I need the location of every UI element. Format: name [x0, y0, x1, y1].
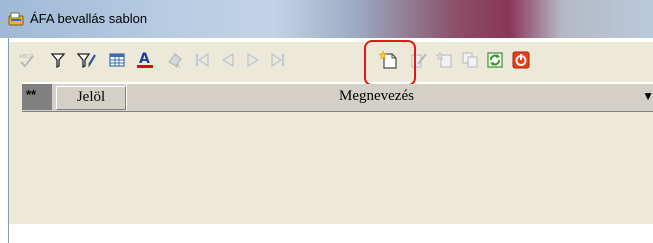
filter-edit-icon[interactable]	[77, 50, 97, 70]
font-color-icon[interactable]: A	[135, 50, 155, 70]
window-title: ÁFA bevallás sablon	[30, 11, 148, 26]
highlight-box	[364, 40, 416, 86]
next-record-icon[interactable]	[243, 50, 263, 70]
eraser-icon[interactable]: A	[165, 50, 185, 70]
column-header-megnevezes[interactable]: Megnevezés ▼	[126, 84, 653, 110]
grid-header: ** Jelöl Megnevezés ▼	[22, 84, 653, 112]
grid-row-indicator-area	[9, 82, 22, 224]
column-header-jelol[interactable]: Jelöl	[56, 86, 126, 110]
copy-icon[interactable]	[460, 50, 480, 70]
first-record-icon[interactable]	[192, 50, 212, 70]
sort-arrow-icon[interactable]: ▼	[642, 84, 653, 109]
grid-body[interactable]	[22, 112, 653, 224]
refresh-icon[interactable]	[485, 50, 505, 70]
window-bottom	[9, 224, 653, 243]
app-icon	[8, 12, 24, 26]
app-window: ÁFA bevallás sablon ABCD A A ** Jelöl Me…	[0, 0, 653, 243]
title-bar[interactable]: ÁFA bevallás sablon	[0, 0, 653, 38]
column-header-megnevezes-label: Megnevezés	[339, 88, 414, 104]
grid-corner-cell[interactable]: **	[22, 84, 52, 110]
previous-record-icon[interactable]	[218, 50, 238, 70]
power-icon[interactable]	[511, 50, 531, 70]
svg-text:A: A	[176, 63, 181, 69]
spellcheck-icon[interactable]: ABCD	[17, 50, 37, 70]
copy-new-icon[interactable]	[435, 50, 455, 70]
svg-text:A: A	[139, 51, 150, 67]
table-icon[interactable]	[107, 50, 127, 70]
toolbar: ABCD A A	[9, 42, 653, 82]
filter-icon[interactable]	[48, 50, 68, 70]
last-record-icon[interactable]	[268, 50, 288, 70]
